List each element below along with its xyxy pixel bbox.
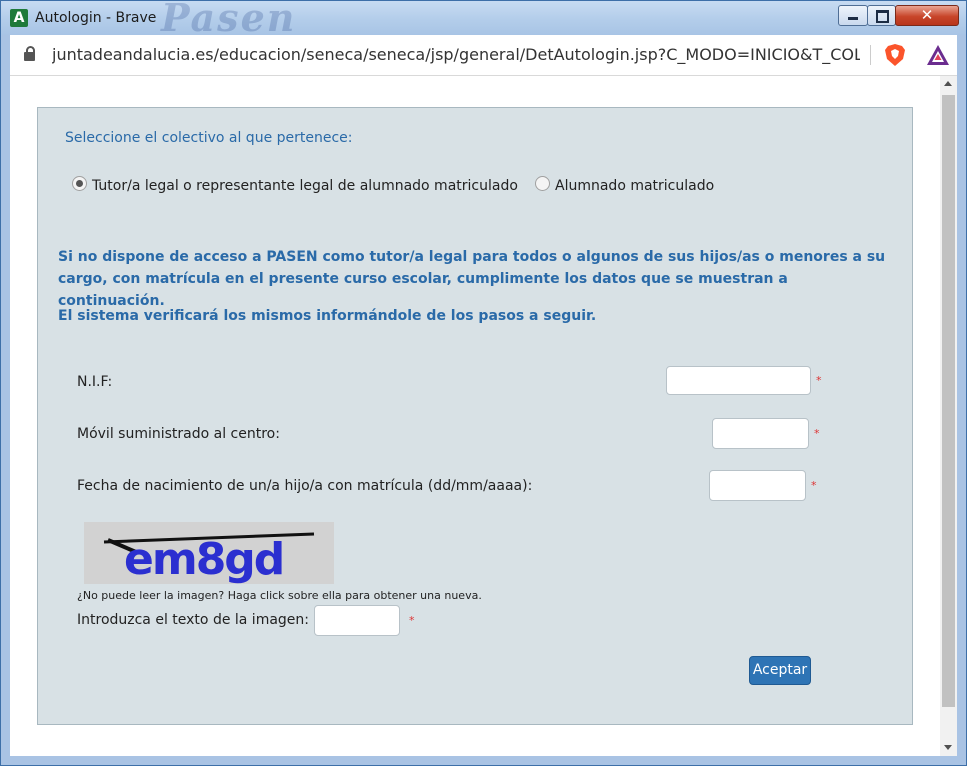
fecha-nacimiento-label: Fecha de nacimiento de un/a hijo/a con m… (77, 478, 533, 494)
required-marker-fecha: * (811, 479, 817, 492)
required-marker-nif: * (816, 374, 822, 387)
captcha-input-label: Introduzca el texto de la imagen: (77, 612, 310, 628)
scroll-thumb[interactable] (942, 95, 955, 707)
info-text-verificacion: El sistema verificará los mismos informá… (58, 308, 597, 324)
brave-shields-icon[interactable] (883, 43, 907, 67)
url-field[interactable]: juntadeandalucia.es/educacion/seneca/sen… (52, 45, 860, 64)
scroll-up-arrow-icon[interactable] (944, 81, 952, 86)
title-bar[interactable]: Pasen A Autologin - Brave ✕ (1, 0, 966, 40)
window-title: Autologin - Brave (35, 10, 157, 26)
captcha-hint: ¿No puede leer la imagen? Haga click sob… (77, 589, 482, 602)
toolbar-divider (870, 45, 871, 65)
brave-rewards-icon[interactable] (926, 44, 950, 66)
app-logo-icon: A (10, 9, 28, 27)
nif-label: N.I.F: (77, 374, 113, 390)
movil-input[interactable] (712, 418, 809, 449)
minimize-button[interactable] (838, 5, 868, 26)
nif-input[interactable] (666, 366, 811, 395)
captcha-text: em8gd (124, 534, 283, 584)
close-button[interactable]: ✕ (895, 5, 959, 26)
browser-window: Pasen A Autologin - Brave ✕ juntadeandal… (0, 0, 967, 766)
maximize-button[interactable] (867, 5, 896, 26)
close-icon: ✕ (920, 6, 934, 24)
radio-label-alumnado: Alumnado matriculado (555, 178, 715, 194)
captcha-input[interactable] (314, 605, 400, 636)
info-text-acceso: Si no dispone de acceso a PASEN como tut… (58, 249, 886, 309)
page-viewport: Seleccione el colectivo al que pertenece… (10, 76, 957, 756)
radio-button-tutor[interactable] (72, 176, 87, 191)
autologin-form-panel: Seleccione el colectivo al que pertenece… (37, 107, 913, 725)
vertical-scrollbar[interactable] (940, 76, 957, 756)
colectivo-heading: Seleccione el colectivo al que pertenece… (65, 130, 353, 146)
minimize-icon (848, 17, 858, 20)
captcha-graphic: em8gd (84, 522, 334, 584)
lock-icon[interactable] (24, 46, 35, 61)
radio-option-alumnado[interactable]: Alumnado matriculado (535, 176, 714, 194)
radio-option-tutor[interactable]: Tutor/a legal o representante legal de a… (72, 176, 518, 194)
required-marker-movil: * (814, 427, 820, 440)
accept-button[interactable]: Aceptar (749, 656, 811, 685)
captcha-image[interactable]: em8gd (84, 522, 334, 584)
title-background-watermark: Pasen (161, 0, 297, 40)
scroll-down-arrow-icon[interactable] (944, 745, 952, 750)
radio-label-tutor: Tutor/a legal o representante legal de a… (92, 178, 518, 194)
fecha-nacimiento-input[interactable] (709, 470, 806, 501)
movil-label: Móvil suministrado al centro: (77, 426, 280, 442)
address-bar: juntadeandalucia.es/educacion/seneca/sen… (10, 35, 957, 76)
radio-button-alumnado[interactable] (535, 176, 550, 191)
maximize-icon (876, 10, 889, 23)
required-marker-captcha: * (409, 614, 415, 627)
